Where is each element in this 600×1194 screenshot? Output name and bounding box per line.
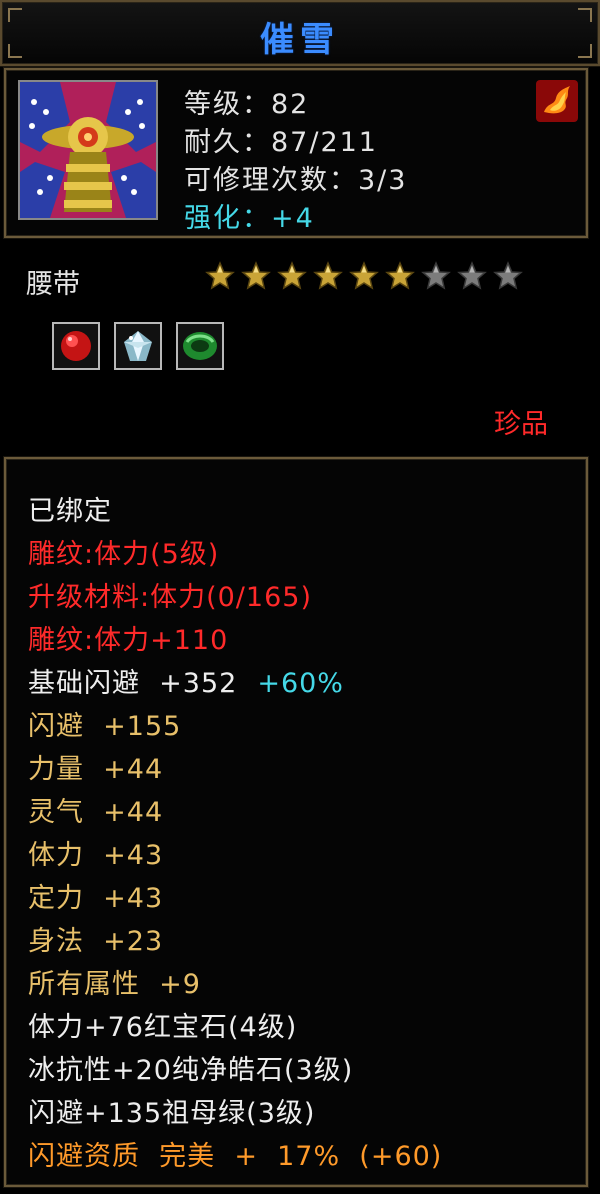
engrave-line: 雕纹:体力(5级) bbox=[28, 539, 220, 570]
stamina-line: 体力 +43 bbox=[28, 840, 164, 871]
base-dodge-line: 基础闪避 +352 +60% bbox=[28, 661, 344, 700]
focus-line: 定力 +43 bbox=[28, 883, 164, 914]
item-name: 催雪 bbox=[260, 20, 340, 60]
emerald-gem-icon[interactable] bbox=[176, 322, 224, 370]
agility-line: 身法 +23 bbox=[28, 926, 164, 957]
strength-line: 力量 +44 bbox=[28, 754, 164, 785]
base-dodge-percent: +60% bbox=[257, 668, 344, 699]
star-filled-icon bbox=[313, 261, 343, 290]
dodge-line: 闪避 +155 bbox=[28, 711, 182, 742]
star-filled-icon bbox=[205, 261, 235, 290]
quality-label: 珍品 bbox=[494, 409, 548, 440]
title-bar: 催雪 bbox=[0, 0, 600, 66]
bound-status: 已绑定 bbox=[28, 496, 112, 527]
spirit-line: 灵气 +44 bbox=[28, 797, 164, 828]
base-dodge-value: 基础闪避 +352 bbox=[28, 668, 238, 699]
repair-count: 可修理次数：3/3 bbox=[184, 165, 408, 196]
item-level: 等级：82 bbox=[184, 89, 310, 120]
dodge-aptitude-line: 闪避资质 完美 + 17% (+60) bbox=[28, 1141, 443, 1172]
attribute-panel: 已绑定 雕纹:体力(5级) 升级材料:体力(0/165) 雕纹:体力+110 基… bbox=[4, 457, 588, 1187]
enhance-level: 强化：+4 bbox=[184, 203, 315, 234]
star-empty-icon bbox=[421, 261, 451, 290]
item-type-label: 腰带 bbox=[26, 269, 80, 300]
gem-ruby-line: 体力+76红宝石(4级) bbox=[28, 1012, 298, 1043]
gem-diamond-line: 冰抗性+20纯净皓石(3级) bbox=[28, 1055, 354, 1086]
star-empty-icon bbox=[493, 261, 523, 290]
star-rating bbox=[205, 261, 523, 291]
upgrade-material-line: 升级材料:体力(0/165) bbox=[28, 582, 312, 613]
star-filled-icon bbox=[277, 261, 307, 290]
gem-emerald-line: 闪避+135祖母绿(3级) bbox=[28, 1098, 316, 1129]
star-empty-icon bbox=[457, 261, 487, 290]
star-filled-icon bbox=[349, 261, 379, 290]
belt-item-icon bbox=[18, 80, 158, 220]
engrave-bonus-line: 雕纹:体力+110 bbox=[28, 625, 229, 656]
fire-element-icon bbox=[536, 80, 578, 122]
item-durability: 耐久：87/211 bbox=[184, 127, 378, 158]
star-filled-icon bbox=[385, 261, 415, 290]
all-attributes-line: 所有属性 +9 bbox=[28, 969, 201, 1000]
star-filled-icon bbox=[241, 261, 271, 290]
diamond-gem-icon[interactable] bbox=[114, 322, 162, 370]
item-header-panel: 等级：82 耐久：87/211 可修理次数：3/3 强化：+4 bbox=[4, 68, 588, 238]
ruby-gem-icon[interactable] bbox=[52, 322, 100, 370]
